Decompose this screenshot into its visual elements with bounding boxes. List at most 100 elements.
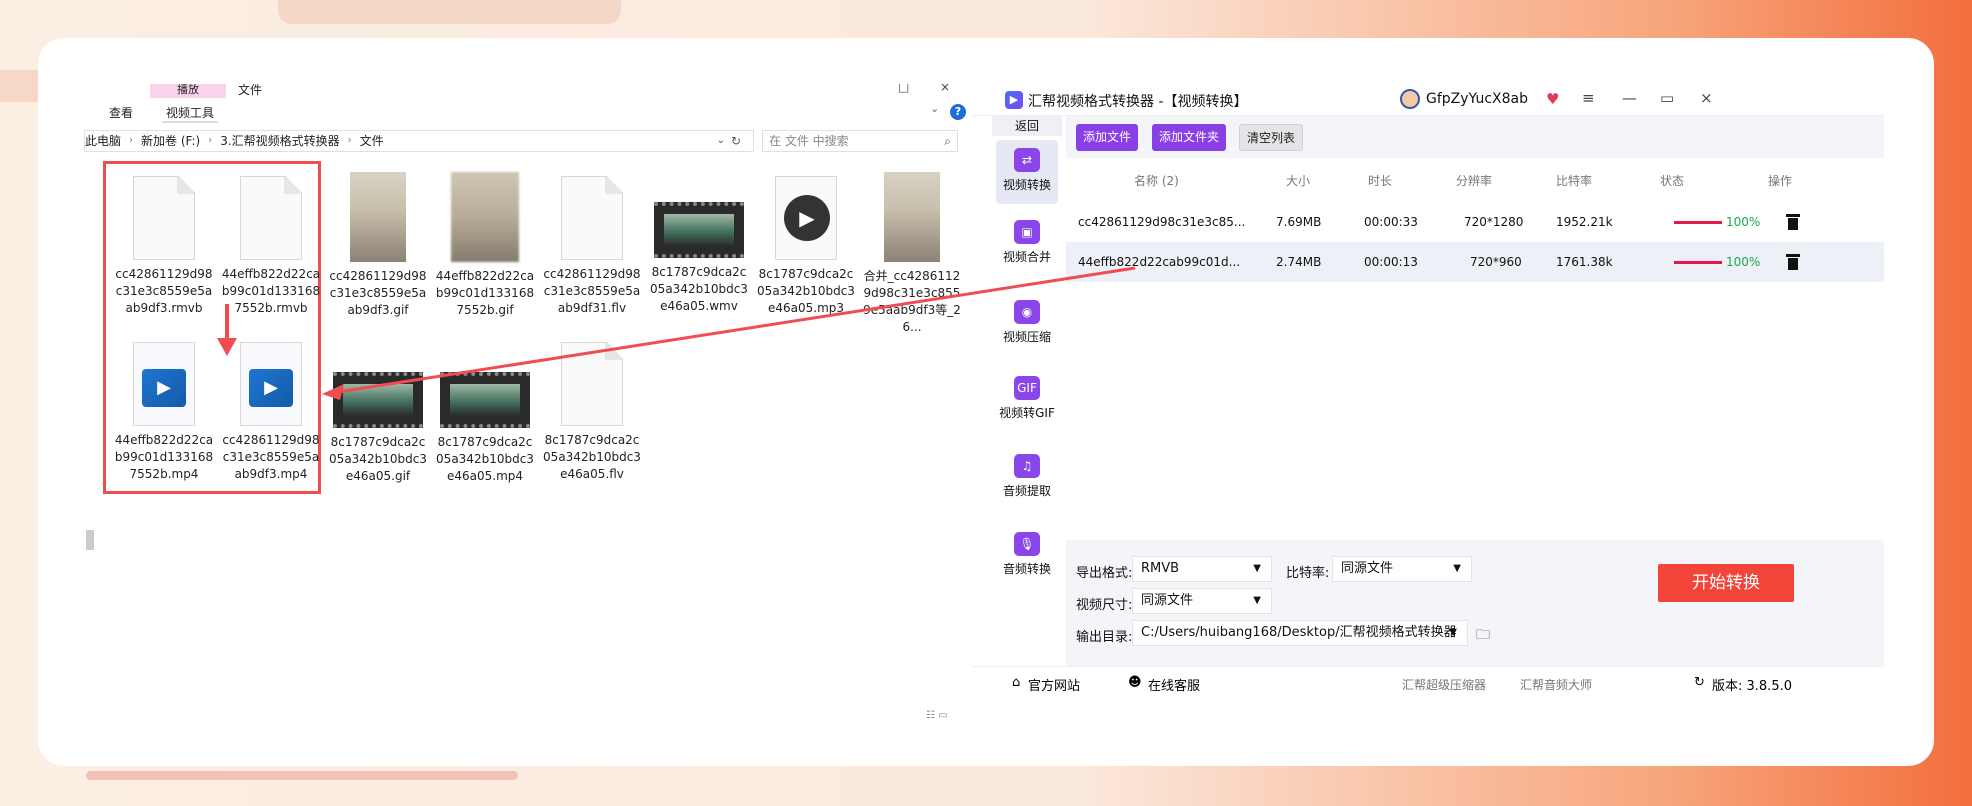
back-button[interactable]: 返回 (992, 116, 1062, 136)
breadcrumb-item[interactable]: 3.汇帮视频格式转换器 (220, 131, 339, 151)
file-item[interactable]: cc42861129d98c31e3c8559e5aab9df3.rmvb (114, 176, 214, 317)
sidebar-item-video-gif[interactable]: GIF 视频转GIF (996, 368, 1058, 432)
close-icon[interactable]: × (940, 84, 950, 94)
trash-icon[interactable] (1786, 252, 1800, 270)
compressor-link[interactable]: 汇帮超级压缩器 (1402, 676, 1486, 693)
bitrate-select[interactable]: 同源文件 ▼ (1332, 556, 1472, 582)
chevron-right-icon: › (208, 135, 213, 146)
breadcrumb-item[interactable]: 文件 (360, 131, 384, 151)
output-dir-select[interactable]: C:/Users/huibang168/Desktop/汇帮视频格式转换器 ▼ (1132, 620, 1468, 646)
play-icon: ▶ (249, 369, 293, 407)
help-icon[interactable]: ? (950, 104, 966, 120)
online-service-link[interactable]: 在线客服 (1148, 675, 1200, 694)
file-item[interactable]: cc42861129d98c31e3c8559e5aab9df31.flv (542, 176, 642, 317)
file-name: 44effb822d22cab99c01d1331687552b.gif (435, 269, 535, 317)
refresh-icon[interactable]: ↻ (731, 131, 741, 151)
column-header: 时长 (1368, 174, 1393, 188)
background-shape (86, 771, 518, 780)
chevron-down-icon[interactable]: ⌄ (717, 131, 725, 151)
search-placeholder: 在 文件 中搜索 (769, 134, 849, 148)
ribbon-tab-view[interactable]: 查看 (109, 104, 133, 121)
file-item[interactable]: 8c1787c9dca2c05a342b10bdc3e46a05.gif (328, 372, 428, 485)
progress-bar (1674, 221, 1722, 224)
minimize-icon[interactable]: — (1622, 89, 1637, 107)
image-thumbnail (350, 172, 406, 262)
size-select[interactable]: 同源文件 ▼ (1132, 588, 1272, 614)
file-item[interactable]: cc42861129d98c31e3c8559e5aab9df3.gif (328, 172, 428, 319)
chevron-down-icon[interactable]: ⌄ (930, 102, 939, 115)
table-row[interactable]: cc42861129d98c31e3c85... 7.69MB 00:00:33… (1066, 202, 1884, 242)
home-icon: ⌂ (1012, 675, 1021, 690)
file-name: cc42861129d98c31e3c8559e5aab9df3.mp4 (222, 433, 320, 481)
file-item[interactable]: ▶ 44effb822d22cab99c01d1331687552b.mp4 (114, 342, 214, 483)
maximize-icon[interactable]: ▭ (1660, 89, 1674, 107)
address-bar[interactable]: 此电脑 › 新加卷 (F:) › 3.汇帮视频格式转换器 › 文件 ⌄ ↻ (84, 130, 754, 152)
output-label: 输出目录: (1076, 630, 1133, 645)
sidebar-item-video-compress[interactable]: ◉ 视频压缩 (996, 292, 1058, 356)
file-name: 8c1787c9dca2c05a342b10bdc3e46a05.mp3 (757, 267, 855, 315)
avatar[interactable] (1400, 89, 1420, 109)
breadcrumb-item[interactable]: 此电脑 (85, 131, 121, 151)
username[interactable]: GfpZyYucX8ab (1426, 91, 1528, 107)
file-name: 合并_cc42861129d98c31e3c8559e5aab9df3等_26.… (863, 269, 961, 334)
trash-icon[interactable] (1786, 212, 1800, 230)
add-folder-button[interactable]: 添加文件夹 (1152, 124, 1227, 151)
format-value: RMVB (1141, 561, 1180, 576)
file-item[interactable]: 8c1787c9dca2c05a342b10bdc3e46a05.flv (542, 342, 642, 483)
add-file-button[interactable]: 添加文件 (1076, 124, 1139, 151)
file-item[interactable]: ▶ cc42861129d98c31e3c8559e5aab9df3.mp4 (221, 342, 321, 483)
file-item[interactable]: ▶ 8c1787c9dca2c05a342b10bdc3e46a05.mp3 (756, 176, 856, 317)
website-link[interactable]: 官方网站 (1028, 675, 1080, 694)
video-file-icon: ▶ (133, 342, 195, 426)
sidebar-item-audio-convert[interactable]: 🎙 音频转换 (996, 524, 1058, 588)
ribbon-tab-file[interactable]: 文件 (238, 84, 262, 98)
version-label: 版本: 3.8.5.0 (1712, 679, 1792, 694)
chevron-right-icon: › (347, 135, 352, 146)
column-header: 比特率 (1556, 174, 1593, 188)
close-icon[interactable]: × (1700, 89, 1713, 107)
image-thumbnail (884, 172, 940, 262)
sidebar-item-label: 视频转GIF (999, 406, 1055, 420)
folder-icon[interactable]: 🗀 (1476, 624, 1490, 648)
menu-icon[interactable]: ≡ (1582, 89, 1595, 107)
sidebar-item-audio-extract[interactable]: ♫ 音频提取 (996, 446, 1058, 510)
format-select[interactable]: RMVB ▼ (1132, 556, 1272, 582)
vip-heart-icon[interactable]: ♥ (1546, 90, 1559, 108)
bitrate-label: 比特率: (1286, 566, 1330, 581)
ribbon-tab-video-tools[interactable]: 视频工具 (162, 104, 219, 123)
maximize-icon[interactable]: □ (898, 84, 909, 94)
status-percent: 100% (1726, 255, 1761, 269)
file-item[interactable]: 8c1787c9dca2c05a342b10bdc3e46a05.wmv (649, 202, 749, 315)
scrollbar[interactable] (86, 530, 94, 550)
file-item[interactable]: 44effb822d22cab99c01d1331687552b.gif (435, 172, 535, 319)
arrow-down-icon (217, 304, 237, 356)
sidebar-item-label: 视频转换 (1002, 178, 1051, 192)
video-thumbnail (654, 202, 744, 258)
file-size: 2.74MB (1276, 255, 1322, 269)
file-name: 44effb822d22cab99c01d... (1078, 255, 1241, 269)
table-row[interactable]: 44effb822d22cab99c01d... 2.74MB 00:00:13… (1066, 242, 1884, 282)
search-input[interactable]: 在 文件 中搜索 ⌕ (762, 130, 958, 152)
app-title: 汇帮视频格式转换器 -【视频转换】 (1028, 94, 1248, 110)
ribbon-tab-play[interactable]: 播放 (150, 84, 226, 98)
sidebar-item-video-merge[interactable]: ▣ 视频合并 (996, 212, 1058, 276)
file-size: 7.69MB (1276, 215, 1322, 229)
file-name: cc42861129d98c31e3c8559e5aab9df3.gif (329, 269, 427, 317)
column-header: 状态 (1660, 174, 1685, 188)
file-name: cc42861129d98c31e3c8559e5aab9df3.rmvb (115, 267, 213, 315)
progress-bar (1674, 261, 1722, 264)
start-convert-button[interactable]: 开始转换 (1658, 564, 1794, 602)
document-icon (133, 176, 195, 260)
clear-list-button[interactable]: 清空列表 (1239, 124, 1304, 151)
breadcrumb-item[interactable]: 新加卷 (F:) (141, 131, 200, 151)
audio-master-link[interactable]: 汇帮音频大师 (1520, 676, 1592, 693)
file-item[interactable]: 8c1787c9dca2c05a342b10bdc3e46a05.mp4 (435, 372, 535, 485)
sidebar-item-video-convert[interactable]: ⇄ 视频转换 (996, 140, 1058, 204)
toolbar: 添加文件 添加文件夹 清空列表 (1066, 116, 1884, 158)
view-toggle-icon[interactable]: ☷ ▭ (926, 710, 948, 721)
file-item[interactable]: 合并_cc42861129d98c31e3c8559e5aab9df3等_26.… (862, 172, 962, 336)
file-item[interactable]: 44effb822d22cab99c01d1331687552b.rmvb (221, 176, 321, 317)
refresh-icon[interactable]: ↻ (1694, 675, 1705, 690)
play-icon: ▶ (142, 369, 186, 407)
size-value: 同源文件 (1141, 593, 1194, 608)
